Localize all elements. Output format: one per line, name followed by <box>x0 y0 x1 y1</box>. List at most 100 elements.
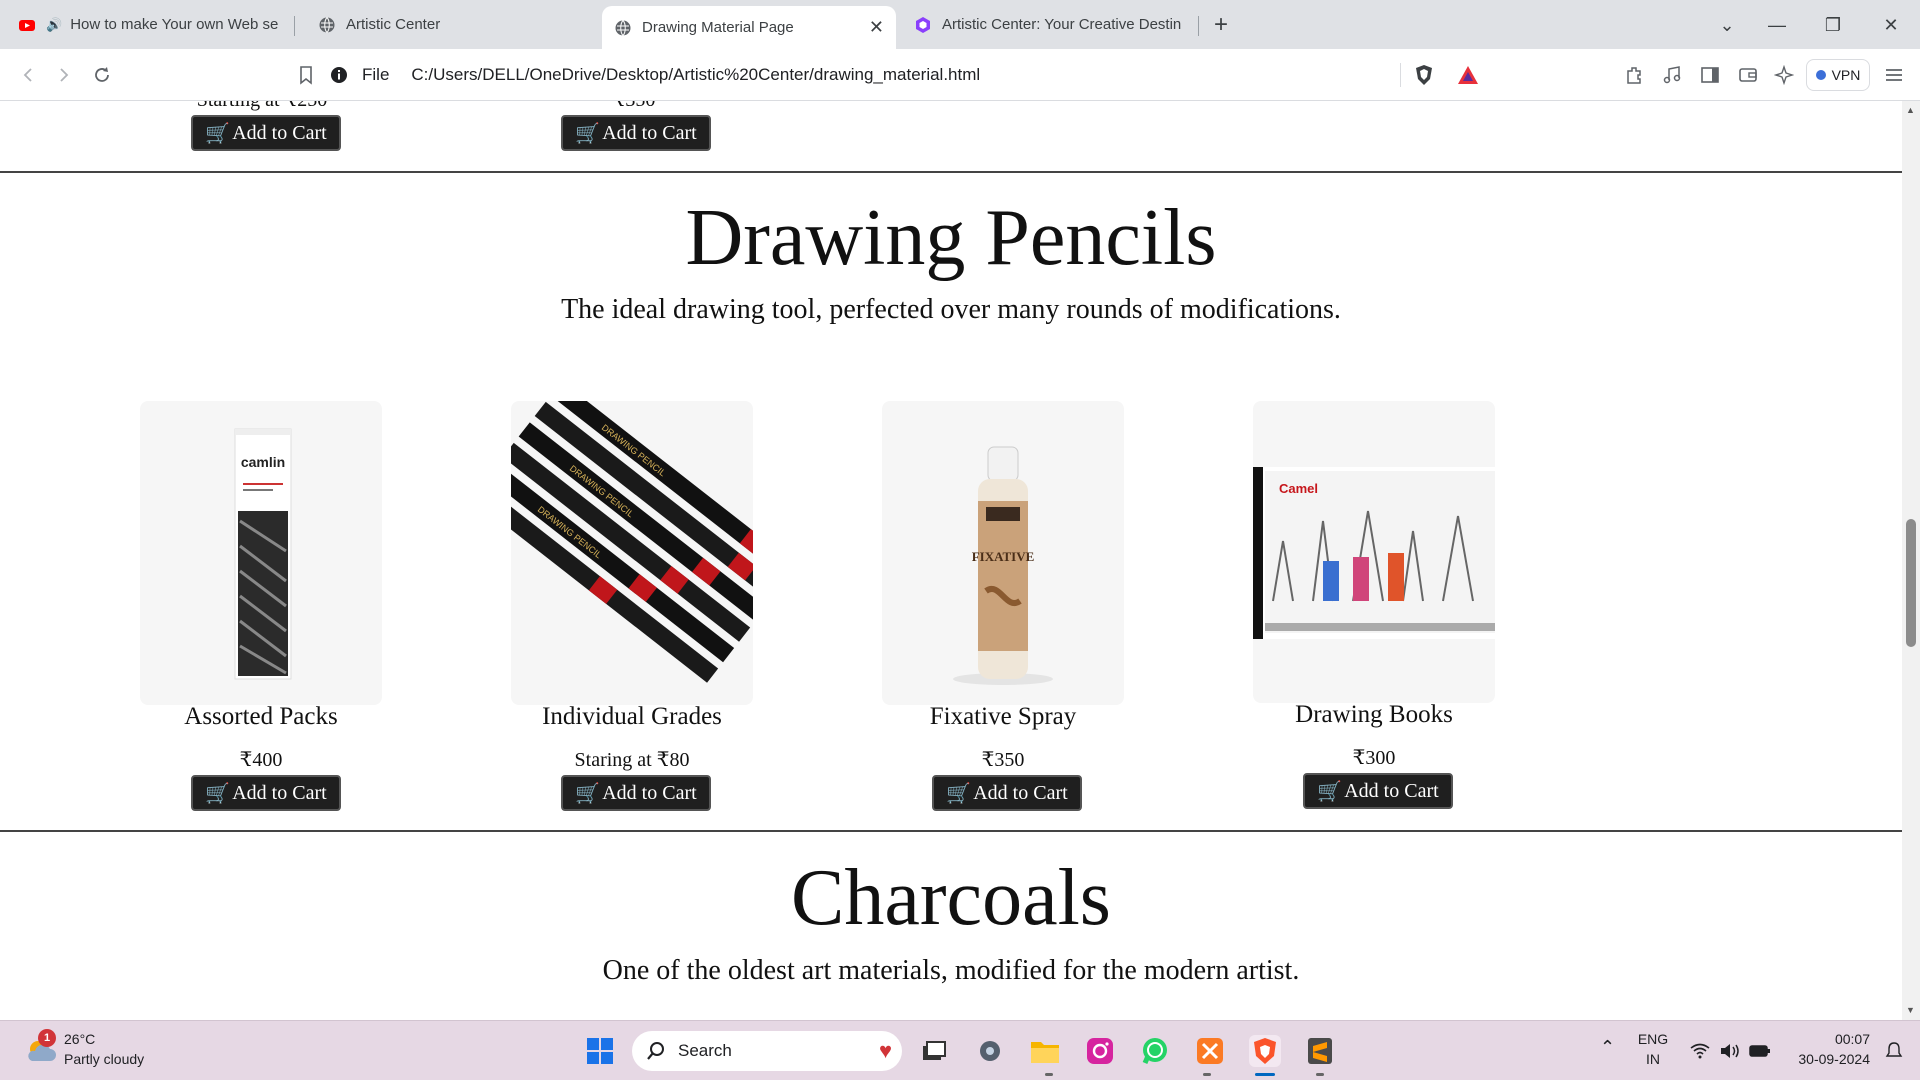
leo-ai-icon[interactable] <box>1770 61 1798 89</box>
active-indicator <box>1255 1073 1275 1076</box>
scroll-down-icon[interactable]: ▼ <box>1906 1005 1915 1015</box>
brave-shield-icon[interactable] <box>1410 61 1438 89</box>
button-label: Add to Cart <box>973 781 1068 804</box>
add-to-cart-button[interactable]: 🛒 Add to Cart <box>932 775 1082 811</box>
taskbar-search[interactable]: Search ♥ <box>632 1031 902 1071</box>
tab-youtube[interactable]: 🔊 How to make Your own Web se <box>6 6 290 43</box>
notification-badge: 1 <box>38 1029 56 1047</box>
product-name: Drawing Books <box>1295 701 1453 728</box>
tab-separator <box>1198 16 1199 36</box>
add-to-cart-button[interactable]: 🛒 Add to Cart <box>1303 773 1453 809</box>
section-subtitle: The ideal drawing tool, perfected over m… <box>561 294 1341 325</box>
whatsapp-icon[interactable] <box>1139 1035 1171 1067</box>
product-price: ₹350 <box>514 101 754 112</box>
scroll-up-icon[interactable]: ▲ <box>1906 105 1915 115</box>
button-label: Add to Cart <box>1344 779 1439 802</box>
vpn-label: VPN <box>1831 67 1861 83</box>
task-view-icon[interactable] <box>918 1035 950 1067</box>
menu-icon[interactable] <box>1880 61 1908 89</box>
product-image-individual-grades[interactable]: DRAWING PENCIL DRAWING PENCIL DRAWING PE… <box>511 401 753 705</box>
wallet-icon[interactable] <box>1734 61 1762 89</box>
product-name: Individual Grades <box>542 703 722 730</box>
add-to-cart-button[interactable]: 🛒 Add to Cart <box>561 115 711 151</box>
restore-icon[interactable]: ❐ <box>1818 10 1848 40</box>
info-icon[interactable] <box>330 66 348 84</box>
tab-artistic-center[interactable]: Artistic Center <box>306 6 596 43</box>
ai-logo-icon <box>916 16 930 33</box>
tab-ai-chat[interactable]: Artistic Center: Your Creative Destin <box>902 6 1196 43</box>
cart-icon: 🛒 <box>1317 780 1343 803</box>
close-window-icon[interactable]: ✕ <box>1876 10 1906 40</box>
volume-icon[interactable] <box>1714 1035 1746 1067</box>
weather-temp: 26°C <box>64 1031 96 1047</box>
url-text[interactable]: C:/Users/DELL/OneDrive/Desktop/Artistic%… <box>411 65 980 85</box>
tab-title: How to make Your own Web se <box>70 16 278 33</box>
tab-drawing-material[interactable]: Drawing Material Page ✕ <box>602 6 896 49</box>
settings-gear-icon[interactable] <box>974 1035 1006 1067</box>
brave-browser-icon[interactable] <box>1249 1035 1281 1067</box>
brand-text: camlin <box>241 454 285 470</box>
new-tab-icon[interactable]: + <box>1206 10 1236 40</box>
bookmark-icon[interactable] <box>292 61 320 89</box>
product-price: ₹400 <box>239 749 283 771</box>
minimize-icon[interactable]: — <box>1762 10 1792 40</box>
book-brand-text: Camel <box>1279 481 1318 496</box>
product-price: ₹350 <box>981 749 1025 771</box>
weather-widget[interactable]: 1 <box>24 1029 58 1067</box>
brave-rewards-icon[interactable] <box>1454 61 1482 89</box>
instagram-icon[interactable] <box>1084 1035 1116 1067</box>
sublime-text-icon[interactable] <box>1304 1035 1336 1067</box>
lang-line1[interactable]: ENG <box>1636 1031 1670 1047</box>
search-label: Search <box>678 1041 732 1060</box>
search-icon <box>647 1042 664 1060</box>
section-title: Charcoals <box>791 854 1111 942</box>
globe-icon <box>615 19 631 36</box>
product-image-drawing-books[interactable]: Camel <box>1253 401 1495 703</box>
forward-icon[interactable] <box>50 61 78 89</box>
lang-line2[interactable]: IN <box>1636 1051 1670 1067</box>
section-subtitle: One of the oldest art materials, modifie… <box>602 955 1300 986</box>
running-indicator <box>1316 1073 1324 1076</box>
cart-icon: 🛒 <box>575 122 601 145</box>
globe-icon <box>319 16 335 33</box>
back-icon[interactable] <box>14 61 42 89</box>
product-image-assorted-packs[interactable]: camlin <box>140 401 382 705</box>
search-highlight-icon: ♥ <box>878 1038 892 1063</box>
address-divider <box>1400 63 1401 87</box>
xampp-icon[interactable] <box>1194 1035 1226 1067</box>
media-icon[interactable] <box>1658 61 1686 89</box>
clock-time[interactable]: 00:07 <box>1786 1031 1870 1047</box>
windows-start-icon[interactable] <box>584 1035 616 1067</box>
speaker-icon[interactable]: 🔊 <box>46 17 62 33</box>
section-divider <box>0 830 1902 832</box>
cart-icon: 🛒 <box>575 782 601 805</box>
notification-center-icon[interactable] <box>1878 1035 1910 1067</box>
sidebar-icon[interactable] <box>1696 61 1724 89</box>
file-explorer-icon[interactable] <box>1029 1035 1061 1067</box>
tab-title: Artistic Center: Your Creative Destin <box>942 16 1182 33</box>
add-to-cart-button[interactable]: 🛒 Add to Cart <box>561 775 711 811</box>
button-label: Add to Cart <box>232 121 327 144</box>
vpn-button[interactable]: VPN <box>1806 59 1870 91</box>
scrollbar-thumb[interactable] <box>1906 519 1916 647</box>
browser-toolbar: File C:/Users/DELL/OneDrive/Desktop/Arti… <box>0 49 1920 101</box>
reload-icon[interactable] <box>88 61 116 89</box>
tab-search-chevron-icon[interactable]: ⌄ <box>1712 10 1742 40</box>
product-image-fixative-spray[interactable]: FIXATIVE <box>882 401 1124 705</box>
add-to-cart-button[interactable]: 🛒 Add to Cart <box>191 115 341 151</box>
tray-overflow-chevron-icon[interactable]: ⌃ <box>1600 1037 1615 1058</box>
section-divider <box>0 171 1902 173</box>
youtube-icon <box>19 19 35 31</box>
add-to-cart-button[interactable]: 🛒 Add to Cart <box>191 775 341 811</box>
button-label: Add to Cart <box>602 121 697 144</box>
close-tab-icon[interactable]: ✕ <box>869 17 884 38</box>
clock-date[interactable]: 30-09-2024 <box>1786 1051 1870 1067</box>
page-scrollbar[interactable]: ▲ ▼ <box>1902 101 1920 1020</box>
battery-icon[interactable] <box>1744 1035 1776 1067</box>
tab-separator <box>294 16 295 36</box>
address-bar[interactable]: File C:/Users/DELL/OneDrive/Desktop/Arti… <box>330 57 1506 93</box>
wifi-icon[interactable] <box>1684 1035 1716 1067</box>
can-label-text: FIXATIVE <box>972 549 1035 564</box>
extensions-icon[interactable] <box>1620 61 1648 89</box>
drawing-book-illustration: Camel <box>1253 467 1495 639</box>
